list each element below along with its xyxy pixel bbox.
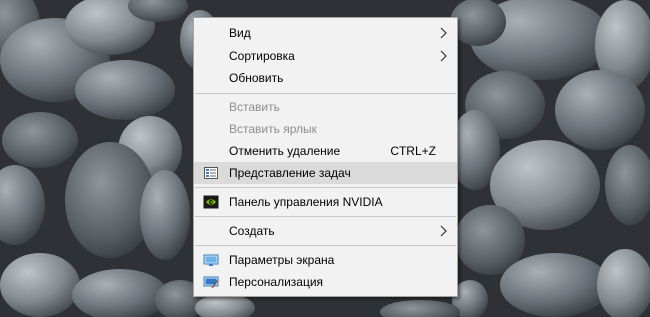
menu-item-label: Отменить удаление <box>229 144 341 158</box>
chevron-right-icon <box>440 225 447 237</box>
menu-separator <box>195 93 456 94</box>
menu-item-label: Сортировка <box>229 49 295 63</box>
menu-item-label: Представление задач <box>229 166 351 180</box>
menu-item-refresh[interactable]: Обновить <box>194 67 457 89</box>
menu-item-label: Параметры экрана <box>229 253 335 267</box>
menu-item-sort[interactable]: Сортировка <box>194 45 457 67</box>
menu-item-label: Создать <box>229 224 275 238</box>
menu-item-undo-delete[interactable]: Отменить удаление CTRL+Z <box>194 140 457 162</box>
nvidia-icon <box>203 195 219 209</box>
chevron-right-icon <box>440 27 447 39</box>
menu-separator <box>195 216 456 217</box>
desktop-context-menu: Вид Сортировка Обновить Вставить Вставит… <box>193 17 458 297</box>
menu-item-create[interactable]: Создать <box>194 220 457 242</box>
menu-separator <box>195 245 456 246</box>
menu-item-nvidia-control-panel[interactable]: Панель управления NVIDIA <box>194 191 457 213</box>
menu-item-label: Панель управления NVIDIA <box>229 195 383 209</box>
menu-item-label: Персонализация <box>229 275 324 289</box>
menu-separator <box>195 187 456 188</box>
menu-item-task-view[interactable]: Представление задач <box>194 162 457 184</box>
menu-item-shortcut: CTRL+Z <box>390 144 436 158</box>
menu-item-label: Вставить ярлык <box>229 122 317 136</box>
menu-item-personalization[interactable]: Персонализация <box>194 271 457 293</box>
menu-item-label: Вид <box>229 26 251 40</box>
menu-item-view[interactable]: Вид <box>194 22 457 44</box>
menu-item-label: Обновить <box>229 71 284 85</box>
menu-item-paste[interactable]: Вставить <box>194 96 457 118</box>
menu-item-display-settings[interactable]: Параметры экрана <box>194 249 457 271</box>
task-view-icon <box>204 167 218 179</box>
menu-item-paste-shortcut[interactable]: Вставить ярлык <box>194 118 457 140</box>
display-settings-icon <box>203 254 219 266</box>
chevron-right-icon <box>440 50 447 62</box>
menu-item-label: Вставить <box>229 100 280 114</box>
personalization-icon <box>203 276 219 288</box>
